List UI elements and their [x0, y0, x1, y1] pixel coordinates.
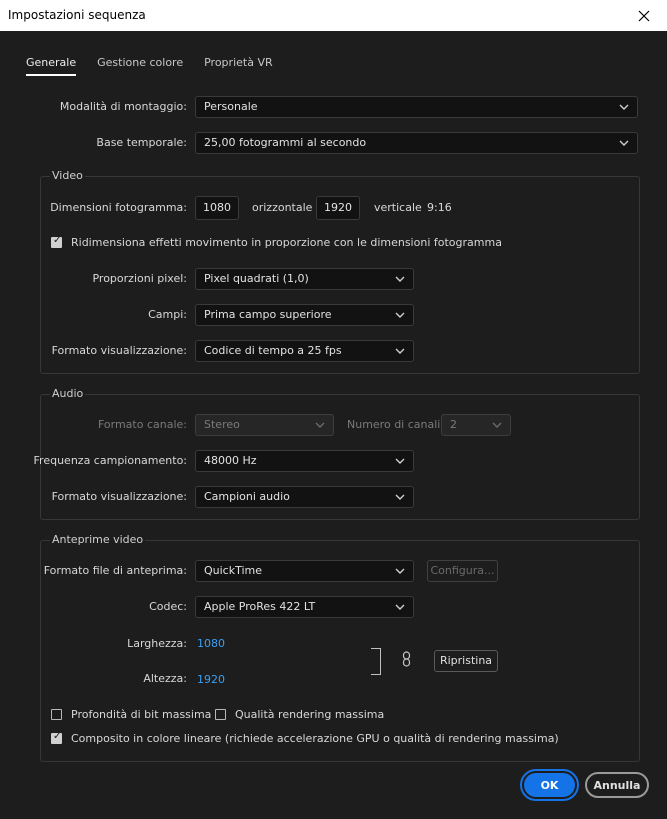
chevron-down-icon [395, 561, 405, 581]
video-display-format-dropdown[interactable]: Codice di tempo a 25 fps [195, 340, 414, 362]
num-channels-label: Numero di canali: [347, 418, 445, 431]
frame-height-field[interactable]: 1920 [316, 196, 360, 220]
timebase-dropdown[interactable]: 25,00 fotogrammi al secondo [195, 132, 638, 154]
preview-height-label: Altezza: [143, 672, 187, 685]
chevron-down-icon [395, 487, 405, 507]
ok-button[interactable]: OK [524, 773, 575, 797]
frame-size-label: Dimensioni fotogramma: [50, 201, 187, 214]
vertical-label: verticale [374, 201, 422, 214]
timebase-value: 25,00 fotogrammi al secondo [204, 136, 367, 149]
scale-motion-label: Ridimensiona effetti movimento in propor… [71, 236, 502, 249]
editing-mode-dropdown[interactable]: Personale [195, 96, 638, 118]
editing-mode-value: Personale [204, 100, 258, 113]
tab-gestione-colore[interactable]: Gestione colore [97, 56, 183, 76]
chevron-down-icon [395, 305, 405, 325]
audio-display-format-label: Formato visualizzazione: [51, 490, 187, 503]
link-bracket [371, 648, 381, 675]
frame-width-field[interactable]: 1080 [195, 196, 239, 220]
sample-rate-dropdown[interactable]: 48000 Hz [195, 450, 414, 472]
sample-rate-label: Frequenza campionamento: [33, 454, 187, 467]
preview-file-format-value: QuickTime [204, 564, 263, 577]
num-channels-value: 2 [450, 418, 457, 431]
tab-proprieta-vr[interactable]: Proprietà VR [204, 56, 273, 76]
chevron-down-icon [315, 415, 325, 435]
video-display-format-value: Codice di tempo a 25 fps [204, 344, 342, 357]
channel-format-value: Stereo [204, 418, 240, 431]
chevron-down-icon [395, 597, 405, 617]
editing-mode-label: Modalità di montaggio: [59, 100, 187, 113]
configure-button: Configura... [427, 560, 498, 582]
codec-value: Apple ProRes 422 LT [204, 600, 316, 613]
codec-dropdown[interactable]: Apple ProRes 422 LT [195, 596, 414, 618]
chevron-down-icon [619, 133, 629, 153]
max-render-quality-label: Qualità rendering massima [235, 708, 385, 721]
chevron-down-icon [619, 97, 629, 117]
pixel-aspect-value: Pixel quadrati (1,0) [204, 272, 309, 285]
aspect-ratio-text: 9:16 [427, 201, 452, 214]
codec-label: Codec: [149, 600, 187, 613]
chevron-down-icon [492, 415, 502, 435]
fields-label: Campi: [148, 308, 187, 321]
max-render-quality-checkbox[interactable] [215, 709, 226, 720]
linear-color-label: Composito in colore lineare (richiede ac… [71, 732, 559, 745]
title-bar: Impostazioni sequenza [0, 0, 667, 31]
num-channels-dropdown: 2 [441, 414, 511, 436]
pixel-aspect-label: Proporzioni pixel: [92, 272, 187, 285]
fields-value: Prima campo superiore [204, 308, 332, 321]
pixel-aspect-dropdown[interactable]: Pixel quadrati (1,0) [195, 268, 414, 290]
ok-button-ring: OK [520, 769, 579, 801]
preview-file-format-label: Formato file di anteprima: [43, 564, 187, 577]
video-group-title: Video [50, 169, 85, 182]
window-title: Impostazioni sequenza [8, 8, 146, 22]
cancel-button[interactable]: Annulla [585, 772, 649, 798]
timebase-label: Base temporale: [96, 136, 187, 149]
reset-button[interactable]: Ripristina [434, 650, 498, 672]
video-display-format-label: Formato visualizzazione: [51, 344, 187, 357]
chevron-down-icon [395, 451, 405, 471]
max-bit-depth-label: Profondità di bit massima [71, 708, 212, 721]
close-icon [638, 10, 650, 21]
scale-motion-checkbox[interactable] [51, 235, 62, 248]
linear-color-checkbox[interactable] [51, 731, 62, 744]
audio-display-format-dropdown[interactable]: Campioni audio [195, 486, 414, 508]
preview-file-format-dropdown[interactable]: QuickTime [195, 560, 414, 582]
channel-format-dropdown: Stereo [195, 414, 334, 436]
preview-width-label: Larghezza: [127, 637, 187, 650]
chevron-down-icon [395, 341, 405, 361]
close-button[interactable] [621, 0, 667, 31]
audio-display-format-value: Campioni audio [204, 490, 290, 503]
tab-generale[interactable]: Generale [26, 56, 77, 76]
preview-height-value[interactable]: 1920 [197, 673, 225, 686]
channel-format-label: Formato canale: [97, 418, 187, 431]
sample-rate-value: 48000 Hz [204, 454, 257, 467]
preview-width-value[interactable]: 1080 [197, 637, 225, 650]
chevron-down-icon [395, 269, 405, 289]
max-bit-depth-checkbox[interactable] [51, 709, 62, 720]
fields-dropdown[interactable]: Prima campo superiore [195, 304, 414, 326]
link-icon[interactable] [402, 651, 411, 670]
tab-bar: Generale Gestione colore Proprietà VR [26, 56, 294, 76]
audio-group-title: Audio [50, 387, 86, 400]
video-previews-group-title: Anteprime video [50, 533, 146, 546]
horizontal-label: orizzontale [252, 201, 313, 214]
